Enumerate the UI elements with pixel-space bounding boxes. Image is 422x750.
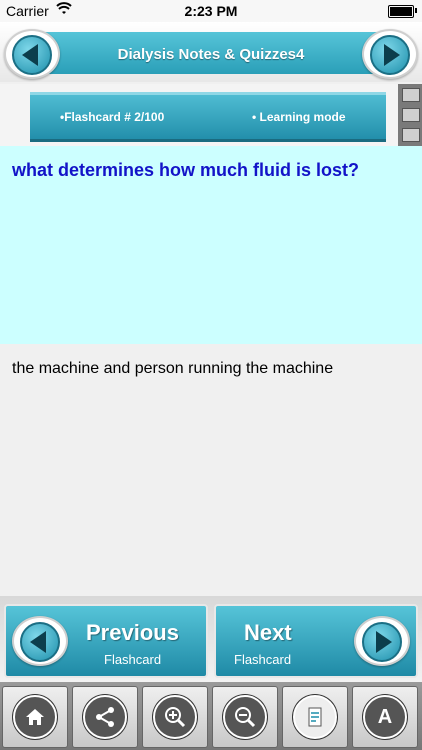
flashcard-counter: •Flashcard # 2/100 (60, 110, 165, 124)
left-arrow-icon (12, 35, 52, 75)
zoom-in-button[interactable] (142, 686, 208, 748)
status-bar: Carrier 2:23 PM (0, 0, 422, 22)
answer-panel: the machine and person running the machi… (0, 344, 422, 596)
previous-flashcard-button[interactable]: Previous Flashcard (4, 604, 208, 678)
app-header: Dialysis Notes & Quizzes4 (0, 22, 422, 82)
home-icon (13, 695, 57, 739)
right-arrow-icon (370, 35, 410, 75)
share-icon (83, 695, 127, 739)
next-label: Next (244, 620, 292, 645)
flashcard-info-strip: •Flashcard # 2/100 • Learning mode (0, 84, 422, 146)
font-size-button[interactable]: A (352, 686, 418, 748)
question-text: what determines how much fluid is lost? (12, 160, 360, 180)
battery-icon (388, 5, 414, 18)
status-time: 2:23 PM (184, 3, 238, 19)
next-flashcard-button[interactable]: Next Flashcard (214, 604, 418, 678)
notes-icon (293, 695, 337, 739)
home-button[interactable] (2, 686, 68, 748)
question-panel: what determines how much fluid is lost? (0, 146, 422, 344)
app-title: Dialysis Notes & Quizzes4 (117, 46, 305, 63)
mode-label: • Learning mode (252, 110, 346, 124)
answer-text: the machine and person running the machi… (12, 360, 334, 377)
previous-sublabel: Flashcard (104, 652, 162, 667)
header-back-button[interactable] (4, 29, 60, 79)
notes-button[interactable] (282, 686, 348, 748)
next-arrow-icon (354, 616, 410, 666)
zoom-in-icon (153, 695, 197, 739)
font-icon: A (363, 695, 407, 739)
film-strip-icon (398, 84, 422, 146)
zoom-out-icon (223, 695, 267, 739)
bottom-toolbar: A (0, 682, 422, 750)
previous-label: Previous (86, 620, 179, 645)
flashcard-navigation: Previous Flashcard Next Flashcard (0, 596, 422, 682)
previous-arrow-icon (12, 616, 68, 666)
next-sublabel: Flashcard (234, 652, 292, 667)
header-forward-button[interactable] (362, 29, 418, 79)
share-button[interactable] (72, 686, 138, 748)
zoom-out-button[interactable] (212, 686, 278, 748)
